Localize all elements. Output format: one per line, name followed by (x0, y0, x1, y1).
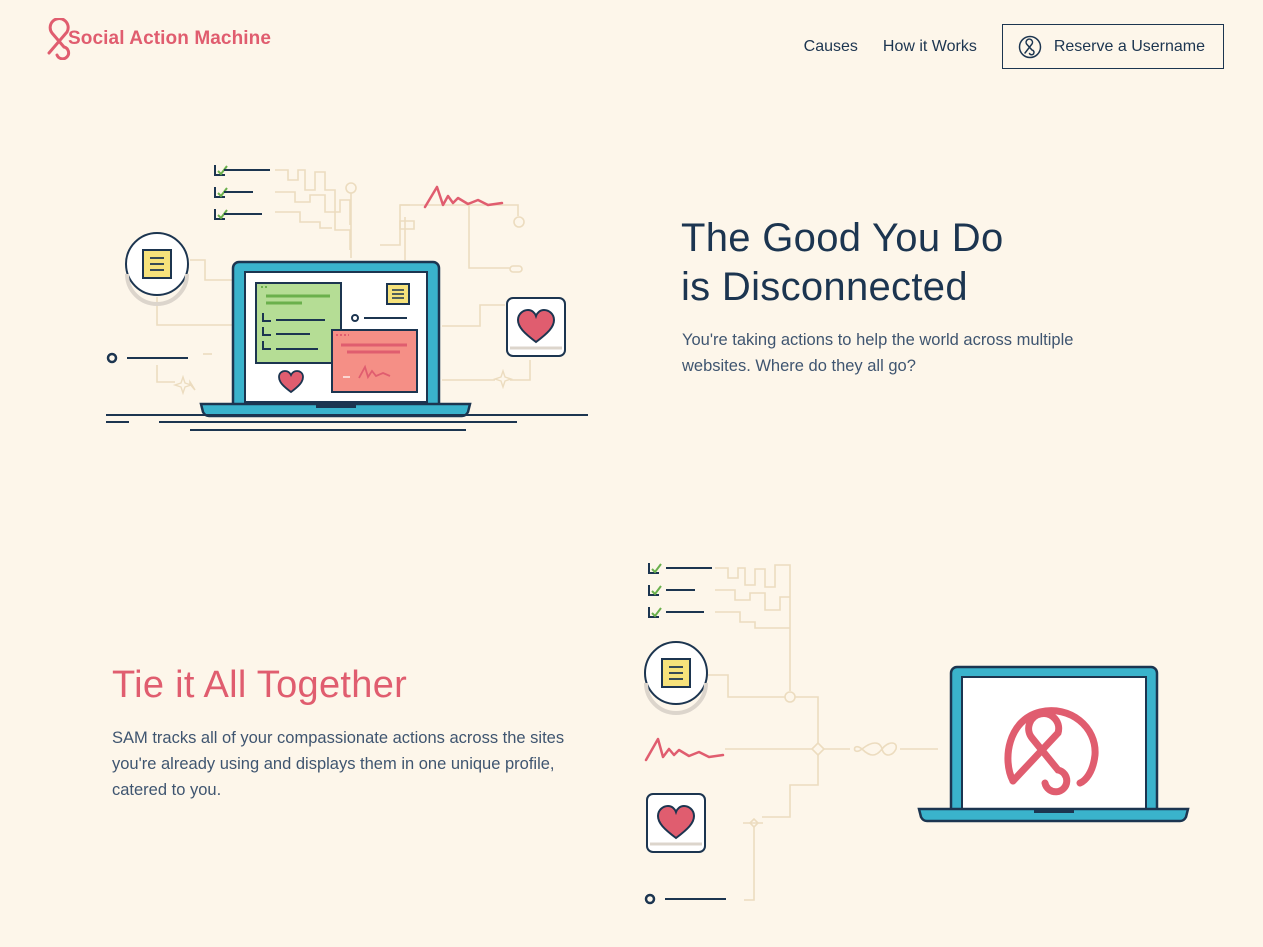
checkbox-icon (648, 563, 662, 618)
section1-body: You're taking actions to help the world … (682, 331, 1074, 375)
signature-icon (644, 737, 725, 762)
laptop-icon (917, 665, 1190, 823)
section1-title-line1: The Good You Do (681, 216, 1004, 260)
logo-text: Social Action Machine (68, 28, 272, 49)
logo[interactable]: Social Action Machine (40, 18, 271, 60)
disconnected-illustration (106, 165, 588, 431)
section1-title: The Good You Do is Disconnected (681, 214, 1004, 312)
section2-title: Tie it All Together (112, 664, 408, 706)
user-icon (1018, 35, 1042, 58)
reserve-username-label: Reserve a Username (1053, 37, 1205, 55)
signature-icon (423, 185, 504, 209)
reserve-username-button[interactable]: Reserve a Username (1001, 24, 1224, 69)
main-nav: Causes How it Works Reserve a Username (804, 24, 1224, 69)
tie-together-illustration (644, 563, 1190, 905)
section2-body: SAM tracks all of your compassionate act… (112, 729, 565, 799)
nav-causes-link[interactable]: Causes (804, 38, 858, 56)
nav-how-it-works-link[interactable]: How it Works (883, 38, 977, 56)
section1-title-line2: is Disconnected (681, 265, 968, 309)
